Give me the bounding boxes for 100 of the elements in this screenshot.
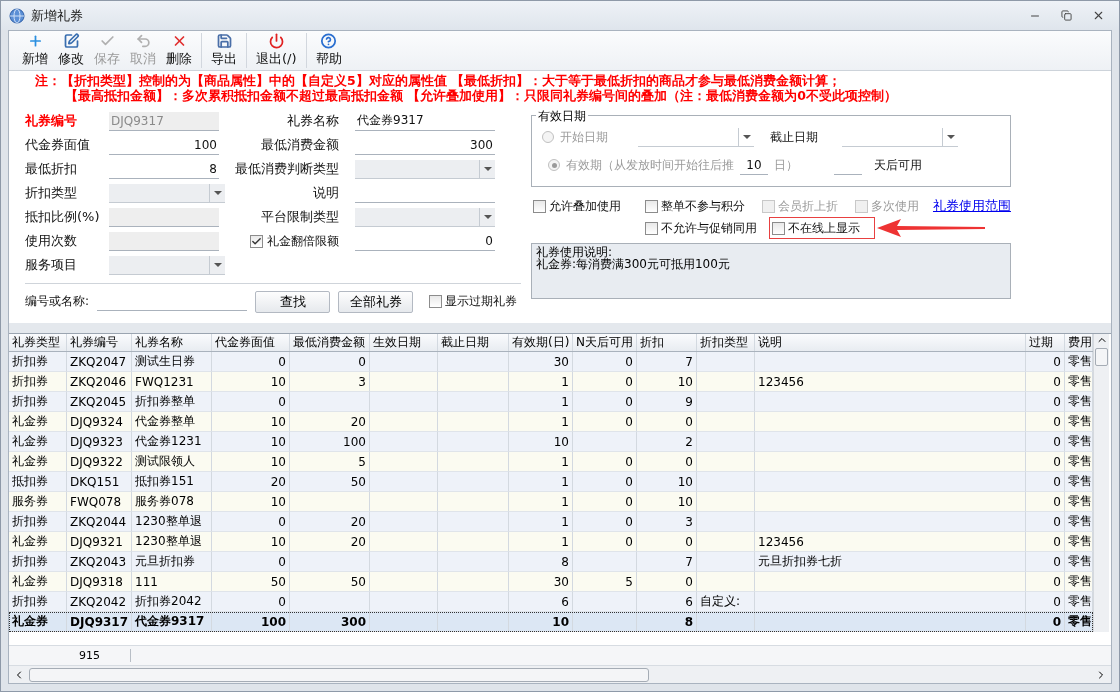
window-title: 新增礼券	[31, 6, 84, 25]
table-cell: 5	[358, 454, 366, 469]
close-icon[interactable]	[1092, 9, 1105, 22]
checkbox[interactable]	[644, 199, 658, 213]
table-row[interactable]: 折扣券 ZKQ2047 测试生日券 0 0 30 0 7 0 零售	[9, 352, 1093, 372]
table-row[interactable]: 折扣券 ZKQ2045 折扣券整单 0 1 0 9 0 零售	[9, 392, 1093, 412]
field-label: 最低折扣	[25, 160, 77, 178]
table-cell: 0	[625, 354, 633, 369]
checkbox[interactable]	[772, 221, 785, 235]
horizontal-scrollbar[interactable]	[9, 665, 1111, 683]
table-cell: 100	[343, 434, 366, 449]
help-icon	[320, 33, 338, 49]
column-header[interactable]: 截止日期	[438, 334, 509, 351]
table-cell: 代金券9317	[135, 613, 205, 630]
table-cell: 零售	[1068, 553, 1092, 570]
restore-icon[interactable]	[1061, 10, 1072, 21]
table-cell: 0	[1053, 554, 1061, 569]
table-row[interactable]: 礼金券 DJQ9324 代金券整单 10 20 1 0 0 0 零售	[9, 412, 1093, 432]
table-cell: 1	[561, 494, 569, 509]
table-row[interactable]: 服务券 FWQ078 服务券078 10 1 0 10 0 零售	[9, 492, 1093, 512]
vertical-scrollbar[interactable]	[1093, 334, 1109, 632]
table-cell: 零售	[1068, 513, 1092, 530]
checkbox-label: 不在线上显示	[788, 219, 860, 237]
table-cell: 1	[561, 394, 569, 409]
record-count: 915	[9, 649, 131, 662]
toolbar-button[interactable]: 导出	[206, 33, 242, 68]
checkbox[interactable]	[250, 234, 263, 248]
table-cell: 0	[1053, 594, 1061, 609]
table-row[interactable]: 折扣券 ZKQ2044 1230整单退 0 20 1 0 3 0 零售	[9, 512, 1093, 532]
scroll-thumb[interactable]	[29, 667, 649, 682]
toolbar-button[interactable]: 退出(/)	[251, 33, 302, 68]
table-cell: DJQ9324	[70, 414, 123, 429]
table-row[interactable]: 折扣券 ZKQ2042 折扣券2042 0 6 6 自定义: 0 零售	[9, 592, 1093, 612]
table-cell: 10	[677, 474, 693, 489]
column-header[interactable]: 礼券类型	[9, 334, 67, 351]
column-header[interactable]: 说明	[755, 334, 1026, 351]
search-button[interactable]: 查找	[255, 290, 331, 313]
column-header[interactable]: N天后可用	[573, 334, 637, 351]
field-label: 抵扣比例(%)	[25, 208, 100, 226]
radio-label: 开始日期	[560, 128, 609, 146]
toolbar-button[interactable]: 帮助	[310, 33, 347, 68]
table-cell: 代金券1231	[135, 433, 202, 450]
table-cell: 0	[685, 574, 693, 589]
table-cell: 3	[685, 514, 693, 529]
table-row[interactable]: 礼金券 DJQ9317 代金券9317 100 300 10 8 0 零售	[9, 612, 1093, 632]
table-cell: 零售	[1068, 473, 1092, 490]
checkbox[interactable]	[645, 221, 658, 235]
dropdown[interactable]	[109, 183, 225, 203]
search-button[interactable]: 全部礼券	[338, 290, 414, 313]
field-label: 礼券名称	[287, 112, 339, 130]
column-header[interactable]: 礼券名称	[132, 334, 212, 351]
table-row[interactable]: 礼金券 DJQ9323 代金券1231 10 100 10 2 0 零售	[9, 432, 1093, 452]
checkbox-label: 多次使用	[871, 197, 920, 215]
column-header[interactable]: 最低消费金额	[290, 334, 370, 351]
table-cell: 礼金券	[12, 453, 48, 470]
text-field[interactable]	[109, 207, 219, 227]
table-cell: 服务券	[12, 493, 48, 510]
column-header[interactable]: 代金券面值	[212, 334, 290, 351]
text-field[interactable]: 代金券9317	[355, 111, 495, 131]
text-field[interactable]	[109, 231, 219, 251]
table-cell: 2	[685, 434, 693, 449]
toolbar-button[interactable]: 修改	[53, 33, 89, 68]
table-cell: 折扣券	[12, 553, 48, 570]
scroll-thumb[interactable]	[1095, 348, 1108, 366]
table-row[interactable]: 抵扣券 DKQ151 抵扣券151 20 50 1 0 10 0 零售	[9, 472, 1093, 492]
table-cell: DJQ9318	[70, 574, 123, 589]
column-header[interactable]: 折扣类型	[697, 334, 755, 351]
toolbar-button[interactable]: 新增	[17, 33, 53, 68]
checkbox-label: 不允许与促销同用	[661, 219, 757, 237]
table-row[interactable]: 礼金券 DJQ9318 111 50 50 30 5 0 0 零售	[9, 572, 1093, 592]
description-box[interactable]: 礼券使用说明: 礼金券:每消费满300元可抵用100元	[531, 243, 1011, 299]
table-row[interactable]: 礼金券 DJQ9322 测试限领人 10 5 1 0 0 0 零售	[9, 452, 1093, 472]
table-row[interactable]: 折扣券 ZKQ2046 FWQ1231 10 3 1 0 10 123456 0 零售	[9, 372, 1093, 392]
table-row[interactable]: 礼金券 DJQ9321 1230整单退 10 20 1 0 0 123456 0 零售	[9, 532, 1093, 552]
radio-label: 有效期（从发放时间开始往后推	[566, 156, 734, 174]
scope-link[interactable]: 礼券使用范围	[933, 197, 1011, 215]
table-cell: 0	[358, 354, 366, 369]
dropdown[interactable]	[355, 159, 495, 179]
checkbox[interactable]	[533, 199, 546, 213]
table-cell: 折扣券整单	[135, 393, 195, 410]
table-cell: 零售	[1068, 373, 1092, 390]
column-header[interactable]: 折扣	[637, 334, 697, 351]
field-label: 服务项目	[25, 256, 77, 274]
column-header[interactable]: 礼券编号	[67, 334, 132, 351]
column-header[interactable]: 生效日期	[370, 334, 438, 351]
checkbox[interactable]	[429, 295, 443, 308]
unit-label: 天后可用	[874, 156, 922, 174]
toolbar-button[interactable]: 删除	[161, 33, 197, 68]
dropdown[interactable]	[109, 255, 225, 275]
table-row[interactable]: 折扣券 ZKQ2043 元旦折扣券 0 8 7 元旦折扣券七折 0 零售	[9, 552, 1093, 572]
table-cell: 零售	[1068, 453, 1092, 470]
table-cell: 代金券整单	[135, 413, 195, 430]
field-label: 使用次数	[25, 232, 77, 250]
column-header[interactable]: 有效期(日)	[509, 334, 573, 351]
table-cell: 0	[625, 414, 633, 429]
table-cell: ZKQ2047	[70, 354, 127, 369]
field-label: 最低消费判断类型	[235, 160, 339, 178]
table-cell: 10	[270, 454, 286, 469]
dropdown[interactable]	[355, 207, 495, 227]
column-header[interactable]: 过期	[1026, 334, 1065, 351]
